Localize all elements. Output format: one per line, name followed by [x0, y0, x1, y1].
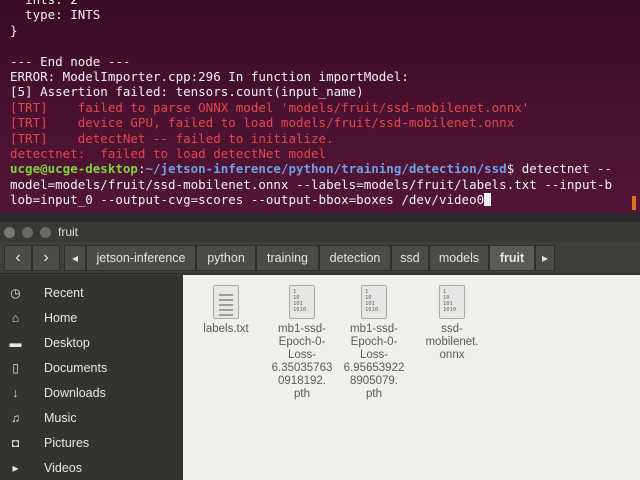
- terminal-text: [TRT] detectNet -- failed to initialize.: [10, 130, 334, 146]
- sidebar-item-videos[interactable]: ▸ Videos: [0, 456, 183, 480]
- terminal-text: --- End node ---: [10, 53, 131, 69]
- terminal-line: --- End node ---: [10, 54, 634, 69]
- home-icon: ⌂: [11, 311, 20, 325]
- terminal-line: ERROR: ModelImporter.cpp:296 In function…: [10, 69, 634, 84]
- sidebar-item-downloads[interactable]: ↓ Downloads: [0, 381, 183, 406]
- terminal-line: type: INTS: [10, 7, 634, 22]
- file-view[interactable]: labels.txt 1 10 101 1010 mb1-ssd- Epoch-…: [183, 275, 640, 480]
- binary-file-icon: 1 10 101 1010: [361, 285, 387, 319]
- file-manager-window: fruit ‹ › ◂ jetson-inference python trai…: [0, 222, 640, 480]
- binary-file-icon: 1 10 101 1010: [289, 285, 315, 319]
- terminal-line: lob=input_0 --output-cvg=scores --output…: [10, 192, 634, 207]
- terminal-cursor: [484, 193, 492, 207]
- toolbar: ‹ › ◂ jetson-inference python training d…: [0, 242, 640, 274]
- sidebar-item-pictures[interactable]: ◘ Pictures: [0, 431, 183, 456]
- terminal-text: ints: 2: [10, 0, 78, 7]
- minimize-window-button[interactable]: [22, 227, 33, 238]
- sidebar-item-desktop[interactable]: ▬ Desktop: [0, 331, 183, 356]
- title-bar: fruit: [0, 222, 640, 242]
- forward-button[interactable]: ›: [32, 245, 60, 271]
- terminal-text: lob=input_0 --output-cvg=scores --output…: [10, 192, 485, 208]
- sidebar-item-label: Desktop: [44, 336, 90, 350]
- camera-icon: ◘: [11, 436, 20, 450]
- terminal-scrollbar[interactable]: [632, 196, 636, 210]
- video-icon: ▸: [12, 461, 19, 475]
- sidebar-item-label: Recent: [44, 286, 84, 300]
- sidebar-item-recent[interactable]: ◷ Recent: [0, 281, 183, 306]
- folder-icon: ▬: [9, 336, 22, 350]
- desktop-gap: [0, 213, 640, 222]
- terminal-text: $ detectnet --: [506, 161, 613, 177]
- sidebar-item-home[interactable]: ⌂ Home: [0, 306, 183, 331]
- download-icon: ↓: [12, 386, 19, 400]
- sidebar-item-label: Home: [44, 311, 78, 325]
- terminal-text: [TRT] device GPU, failed to load models/…: [10, 115, 515, 131]
- back-button[interactable]: ‹: [4, 245, 32, 271]
- sidebar-item-label: Downloads: [44, 386, 106, 400]
- breadcrumb-scroll-left-button[interactable]: ◂: [64, 245, 86, 271]
- prompt-path: ~/jetson-inference/python/training/detec…: [145, 161, 507, 177]
- terminal-line: [TRT] device GPU, failed to load models/…: [10, 115, 634, 130]
- sidebar-item-label: Pictures: [44, 436, 90, 450]
- terminal-line: [5] Assertion failed: tensors.count(inpu…: [10, 84, 634, 99]
- terminal-line: ints: 2: [10, 0, 634, 7]
- terminal-text: model=models/fruit/ssd-mobilenet.onnx --…: [10, 176, 613, 192]
- breadcrumb-training[interactable]: training: [256, 245, 319, 271]
- window-title: fruit: [58, 225, 79, 239]
- terminal-line: ucge@ucge-desktop:~/jetson-inference/pyt…: [10, 161, 634, 176]
- file-item-epoch-checkpoint-2[interactable]: 1 10 101 1010 mb1-ssd- Epoch-0- Loss- 6.…: [331, 285, 417, 401]
- terminal-line: [TRT] failed to parse ONNX model 'models…: [10, 100, 634, 115]
- breadcrumb-ssd[interactable]: ssd: [391, 245, 429, 271]
- sidebar-item-music[interactable]: ♫ Music: [0, 406, 183, 431]
- breadcrumb-fruit[interactable]: fruit: [489, 245, 535, 271]
- file-name: ssd- mobilenet. onnx: [425, 323, 479, 361]
- terminal-line: model=models/fruit/ssd-mobilenet.onnx --…: [10, 177, 634, 192]
- breadcrumb-jetson-inference[interactable]: jetson-inference: [86, 245, 196, 271]
- prompt-user: ucge@ucge-desktop: [10, 161, 138, 177]
- chevron-left-icon: ‹: [15, 249, 21, 266]
- breadcrumb-detection[interactable]: detection: [319, 245, 391, 271]
- file-name: mb1-ssd- Epoch-0- Loss- 6.95653922 89050…: [343, 323, 405, 400]
- breadcrumb-models[interactable]: models: [429, 245, 489, 271]
- places-sidebar: ◷ Recent ⌂ Home ▬ Desktop ▯ Documents ↓ …: [0, 275, 183, 480]
- terminal-text: ERROR: ModelImporter.cpp:296 In function…: [10, 68, 409, 84]
- terminal-text: detectnet: failed to load detectNet mode…: [10, 145, 327, 161]
- breadcrumb-python[interactable]: python: [196, 245, 256, 271]
- sidebar-item-label: Videos: [44, 461, 82, 475]
- terminal-text: }: [10, 22, 18, 38]
- terminal-text: [TRT] failed to parse ONNX model 'models…: [10, 99, 530, 115]
- triangle-left-icon: ◂: [71, 251, 79, 265]
- breadcrumb-scroll-right-button[interactable]: ▸: [535, 245, 555, 271]
- terminal-output: ints: 2 type: INTS} --- End node ---ERROR…: [10, 0, 634, 207]
- terminal-line: }: [10, 23, 634, 38]
- terminal-text: type: INTS: [10, 7, 101, 23]
- terminal-text: [5] Assertion failed: tensors.count(inpu…: [10, 84, 364, 100]
- terminal-line: [TRT] detectNet -- failed to initialize.: [10, 131, 634, 146]
- file-item-labels-txt[interactable]: labels.txt: [183, 285, 269, 336]
- terminal-window[interactable]: ints: 2 type: INTS} --- End node ---ERROR…: [0, 0, 640, 213]
- file-item-ssd-mobilenet-onnx[interactable]: 1 10 101 1010 ssd- mobilenet. onnx: [409, 285, 495, 362]
- sidebar-item-label: Music: [44, 411, 77, 425]
- file-name: labels.txt: [203, 323, 249, 335]
- clock-icon: ◷: [10, 286, 21, 300]
- binary-file-icon: 1 10 101 1010: [439, 285, 465, 319]
- close-window-button[interactable]: [4, 227, 15, 238]
- sidebar-item-documents[interactable]: ▯ Documents: [0, 356, 183, 381]
- text-file-icon: [213, 285, 239, 319]
- terminal-line: detectnet: failed to load detectNet mode…: [10, 146, 634, 161]
- triangle-right-icon: ▸: [541, 251, 549, 265]
- chevron-right-icon: ›: [43, 249, 49, 266]
- sidebar-item-label: Documents: [44, 361, 108, 375]
- document-icon: ▯: [12, 361, 19, 375]
- maximize-window-button[interactable]: [40, 227, 51, 238]
- music-icon: ♫: [11, 411, 20, 425]
